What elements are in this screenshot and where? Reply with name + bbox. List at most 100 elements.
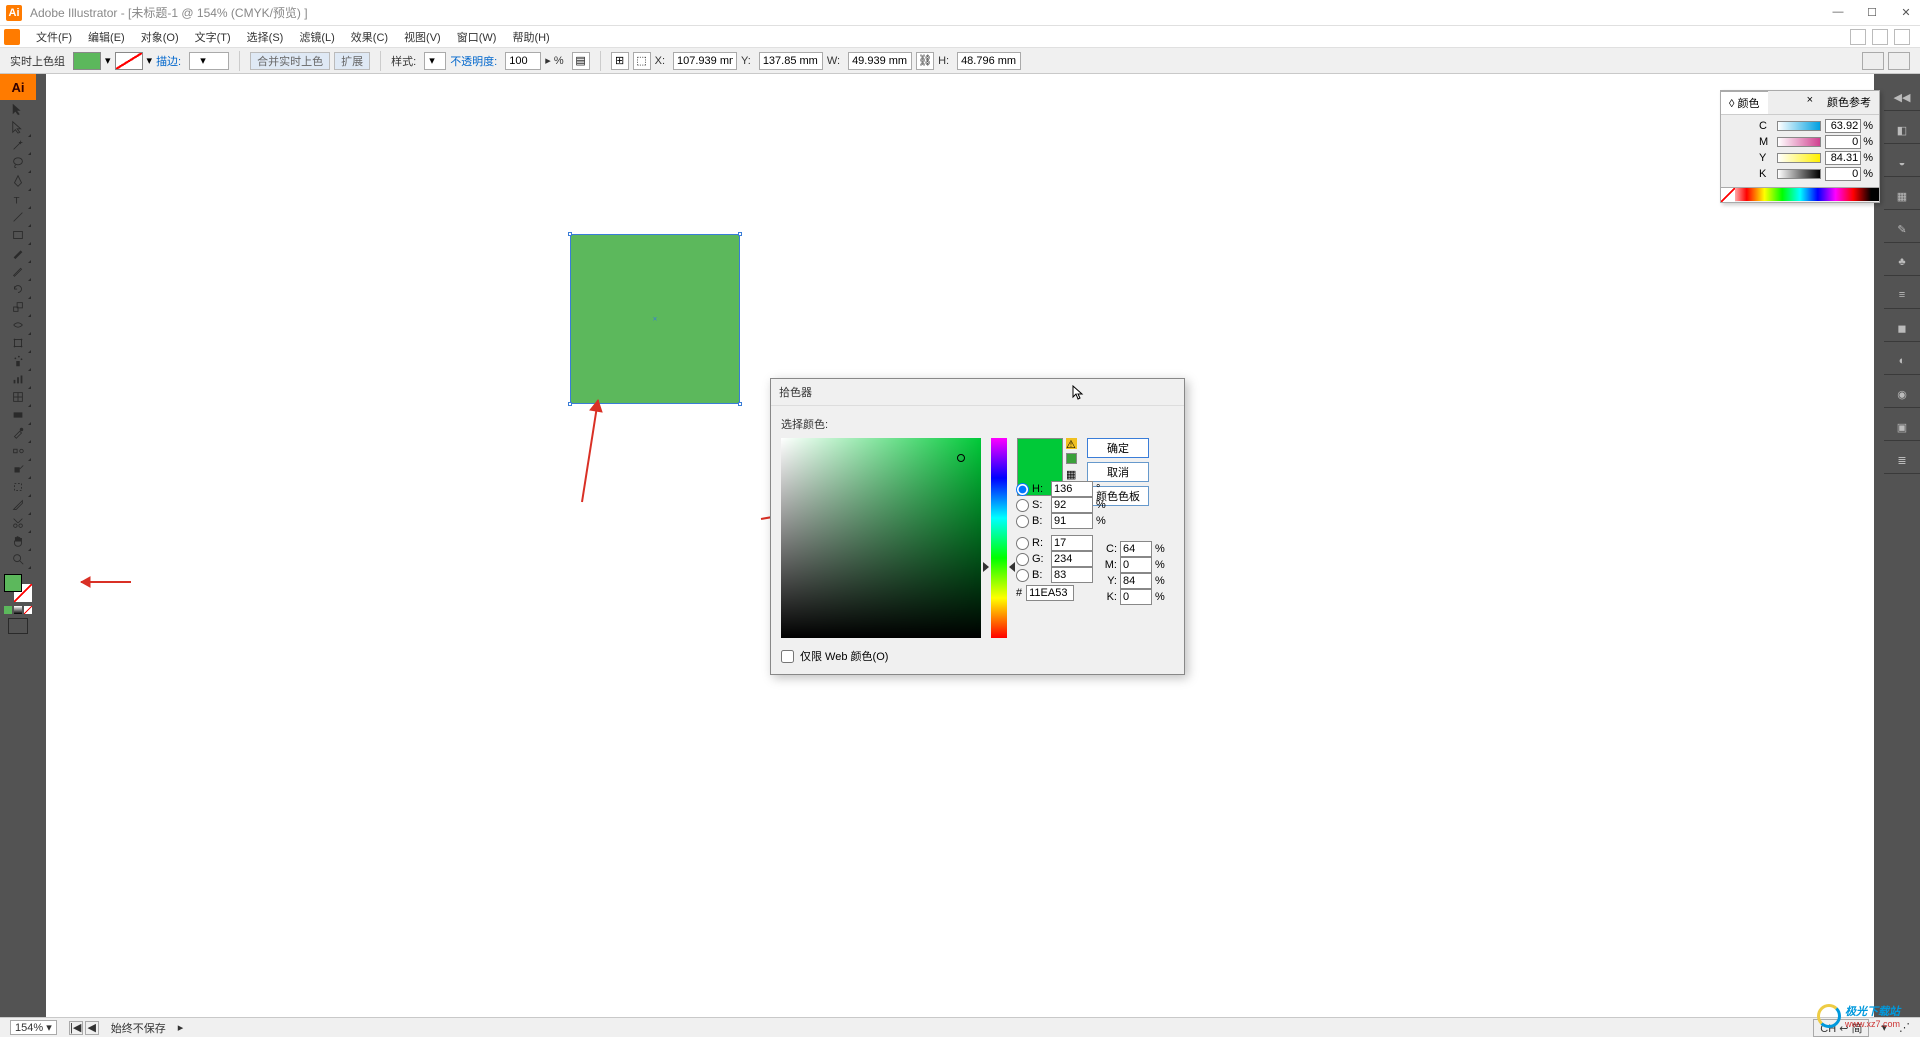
- pen-tool[interactable]: [6, 172, 30, 190]
- warp-tool[interactable]: [6, 316, 30, 334]
- gradient-panel-icon[interactable]: ◼: [1893, 319, 1911, 337]
- none-color-icon[interactable]: [24, 606, 32, 614]
- gradient-tool[interactable]: [6, 406, 30, 424]
- stroke-swatch[interactable]: [115, 52, 143, 70]
- maximize-icon[interactable]: ☐: [1864, 6, 1880, 19]
- resize-handle[interactable]: [738, 232, 742, 236]
- screen-mode-icon[interactable]: [8, 618, 28, 634]
- k-input[interactable]: [1825, 167, 1861, 181]
- h-input[interactable]: [1051, 481, 1093, 497]
- slice-tool[interactable]: [6, 496, 30, 514]
- menu-logo-icon[interactable]: [4, 29, 20, 45]
- c2-input[interactable]: [1120, 541, 1152, 557]
- align-icon[interactable]: ⊞: [611, 52, 629, 70]
- style-select[interactable]: ▾: [424, 52, 446, 70]
- fill-stroke-indicator[interactable]: [4, 574, 32, 602]
- type-tool[interactable]: T: [6, 190, 30, 208]
- ok-button[interactable]: 确定: [1087, 438, 1149, 458]
- k-slider[interactable]: [1777, 169, 1821, 179]
- m-input[interactable]: [1825, 135, 1861, 149]
- color-panel-icon[interactable]: ◧: [1893, 121, 1911, 139]
- b-input[interactable]: [1051, 513, 1093, 529]
- r-input[interactable]: [1051, 535, 1093, 551]
- brushes-icon[interactable]: ✎: [1893, 220, 1911, 238]
- x-input[interactable]: [673, 52, 737, 70]
- magic-wand-tool[interactable]: [6, 136, 30, 154]
- tab-color-guide[interactable]: 颜色参考: [1819, 91, 1879, 114]
- c-input[interactable]: [1825, 119, 1861, 133]
- line-tool[interactable]: [6, 208, 30, 226]
- menu-effect[interactable]: 效果(C): [343, 29, 396, 45]
- resize-handle[interactable]: [568, 402, 572, 406]
- hand-tool[interactable]: [6, 532, 30, 550]
- y-input[interactable]: [759, 52, 823, 70]
- expand-button[interactable]: 扩展: [334, 52, 370, 70]
- close-icon[interactable]: ✕: [1898, 6, 1914, 19]
- m2-input[interactable]: [1120, 557, 1152, 573]
- pencil-tool[interactable]: [6, 262, 30, 280]
- lasso-tool[interactable]: [6, 154, 30, 172]
- prev-page-icon[interactable]: ◀: [85, 1021, 99, 1035]
- graphic-styles-icon[interactable]: ▣: [1893, 418, 1911, 436]
- appearance-icon[interactable]: ◉: [1893, 385, 1911, 403]
- c-slider[interactable]: [1777, 121, 1821, 131]
- swatches-icon[interactable]: ▦: [1893, 187, 1911, 205]
- first-page-icon[interactable]: |◀: [69, 1021, 83, 1035]
- spectrum-bar[interactable]: [1721, 187, 1879, 201]
- link-wh-icon[interactable]: ⛓: [916, 52, 934, 70]
- y2-input[interactable]: [1120, 573, 1152, 589]
- s-radio[interactable]: [1016, 499, 1029, 512]
- b-radio[interactable]: [1016, 515, 1029, 528]
- live-paint-selection-tool[interactable]: [6, 478, 30, 496]
- h-radio[interactable]: [1016, 483, 1029, 496]
- stroke-weight-select[interactable]: ▾: [189, 52, 229, 70]
- s-input[interactable]: [1051, 497, 1093, 513]
- menu-help[interactable]: 帮助(H): [504, 29, 557, 45]
- transparency-icon[interactable]: ◐: [1893, 352, 1911, 370]
- doc-close-icon[interactable]: [1894, 29, 1910, 45]
- symbols-icon[interactable]: ♣: [1893, 253, 1911, 271]
- workspace-icon[interactable]: [1888, 52, 1910, 70]
- y-input[interactable]: [1825, 151, 1861, 165]
- blend-tool[interactable]: [6, 442, 30, 460]
- scissors-tool[interactable]: [6, 514, 30, 532]
- menu-window[interactable]: 窗口(W): [449, 29, 505, 45]
- web-safe-warning-icon[interactable]: ▦: [1066, 468, 1077, 479]
- doc-restore-icon[interactable]: [1872, 29, 1888, 45]
- bb-input[interactable]: [1051, 567, 1093, 583]
- k2-input[interactable]: [1120, 589, 1152, 605]
- web-only-checkbox[interactable]: [781, 650, 794, 663]
- spectrum-none-icon[interactable]: [1721, 188, 1735, 202]
- menu-select[interactable]: 选择(S): [239, 29, 292, 45]
- color-guide-icon[interactable]: ◒: [1893, 154, 1911, 172]
- opacity-input[interactable]: [505, 52, 541, 70]
- menu-file[interactable]: 文件(F): [28, 29, 80, 45]
- transform-icon[interactable]: ⬚: [633, 52, 651, 70]
- doc-info-icon[interactable]: ▤: [572, 52, 590, 70]
- g-input[interactable]: [1051, 551, 1093, 567]
- graph-tool[interactable]: [6, 370, 30, 388]
- eyedropper-tool[interactable]: [6, 424, 30, 442]
- bb-radio[interactable]: [1016, 569, 1029, 582]
- layers-icon[interactable]: ≣: [1893, 451, 1911, 469]
- direct-selection-tool[interactable]: [6, 118, 30, 136]
- menu-filter[interactable]: 滤镜(L): [291, 29, 342, 45]
- menu-type[interactable]: 文字(T): [187, 29, 239, 45]
- screen-mode-toggle-icon[interactable]: [1862, 52, 1884, 70]
- paintbrush-tool[interactable]: [6, 244, 30, 262]
- hex-input[interactable]: [1026, 585, 1074, 601]
- gradient-color-icon[interactable]: [14, 606, 22, 614]
- tab-close-icon[interactable]: ×: [1801, 91, 1819, 114]
- rectangle-tool[interactable]: [6, 226, 30, 244]
- resize-handle[interactable]: [738, 402, 742, 406]
- stroke-panel-icon[interactable]: ≡: [1893, 286, 1911, 304]
- resize-handle[interactable]: [568, 232, 572, 236]
- fill-dropdown-icon[interactable]: ▾: [105, 54, 111, 67]
- minimize-icon[interactable]: —: [1830, 6, 1846, 19]
- tab-color[interactable]: ◊ 颜色: [1721, 91, 1768, 114]
- save-state-dropdown-icon[interactable]: ▸: [178, 1021, 184, 1034]
- fill-color-icon[interactable]: [4, 574, 22, 592]
- opacity-label[interactable]: 不透明度:: [450, 53, 497, 69]
- w-input[interactable]: [848, 52, 912, 70]
- stroke-label[interactable]: 描边:: [156, 53, 181, 69]
